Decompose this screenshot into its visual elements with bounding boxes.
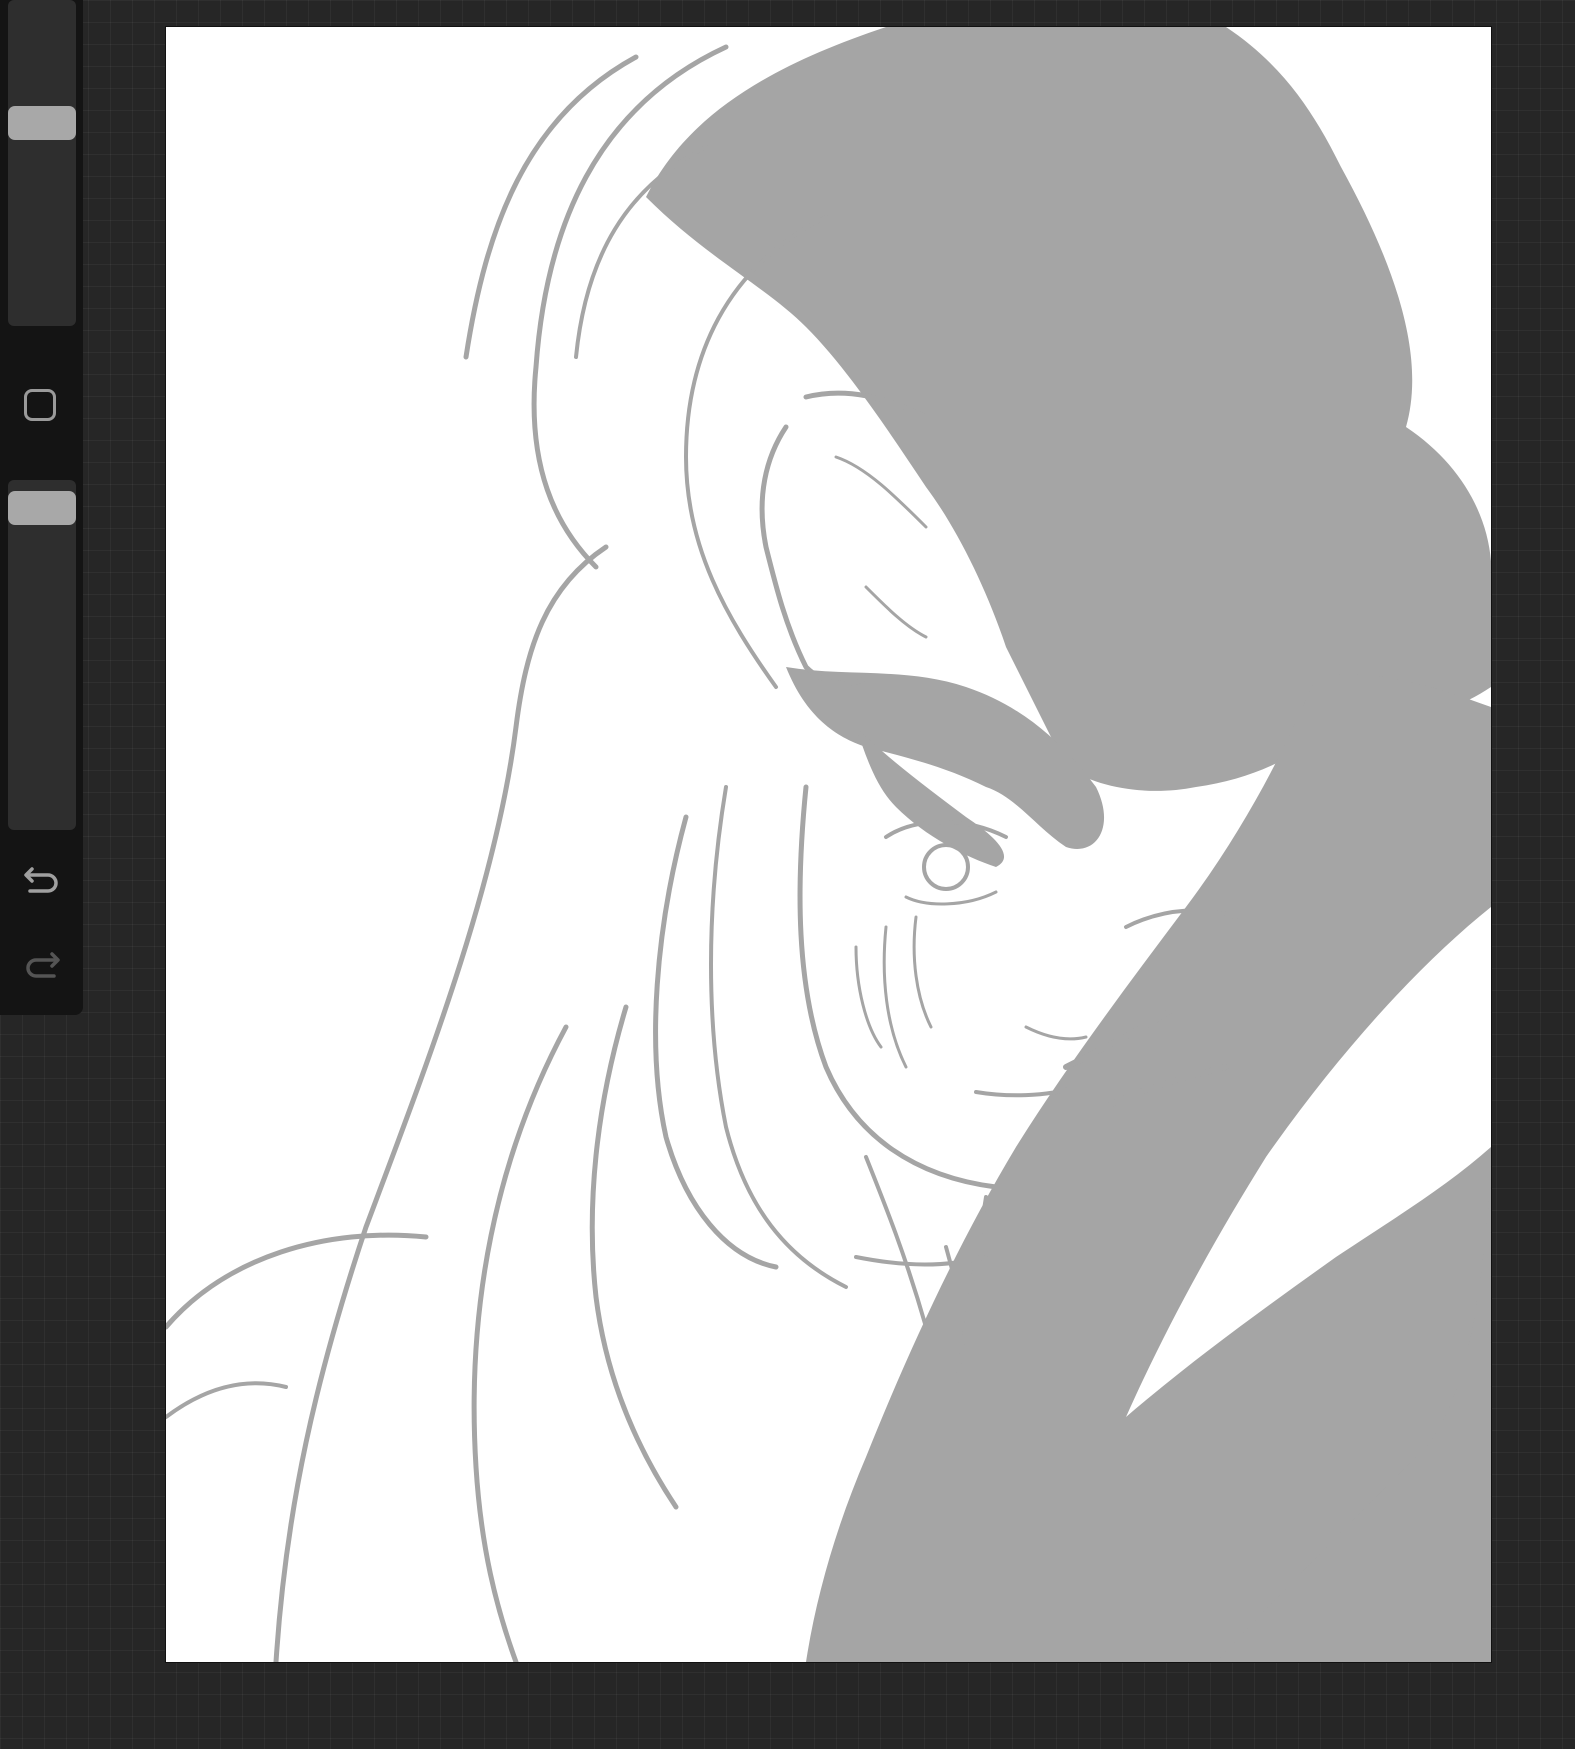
brush-size-thumb[interactable]	[8, 106, 76, 140]
undo-icon	[24, 867, 58, 893]
square-outline-icon	[24, 389, 56, 421]
drawing-canvas[interactable]	[166, 27, 1491, 1662]
opacity-slider[interactable]	[8, 480, 76, 830]
brush-size-slider[interactable]	[8, 0, 76, 326]
modify-button[interactable]	[22, 387, 58, 423]
redo-icon	[26, 952, 60, 978]
line-art-illustration	[166, 27, 1491, 1662]
undo-button[interactable]	[18, 855, 66, 903]
sidebar	[0, 0, 83, 1015]
opacity-thumb[interactable]	[8, 491, 76, 525]
redo-button[interactable]	[18, 940, 66, 988]
